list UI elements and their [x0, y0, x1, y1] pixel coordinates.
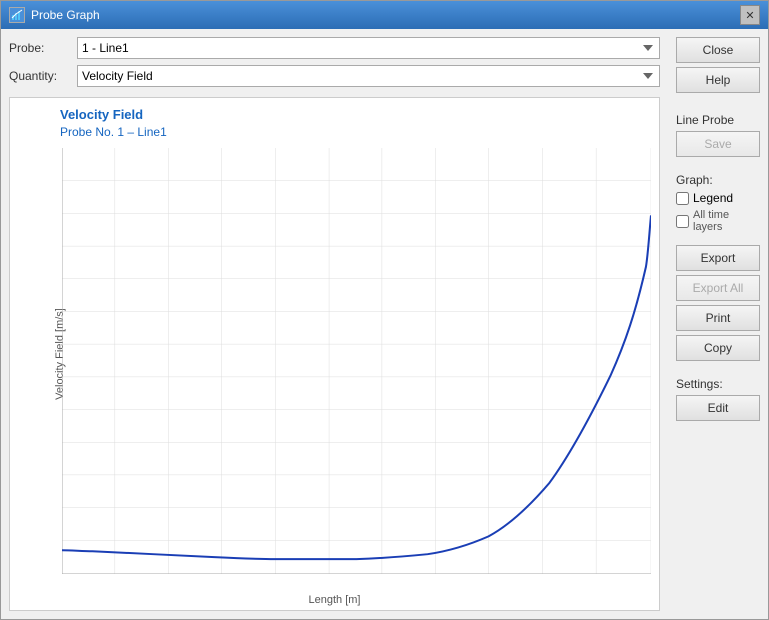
app-icon	[9, 7, 25, 23]
line-probe-section-label: Line Probe	[676, 113, 760, 127]
copy-button[interactable]: Copy	[676, 335, 760, 361]
chart-container: Velocity Field Probe No. 1 – Line1 Veloc…	[9, 97, 660, 611]
settings-section-label: Settings:	[676, 377, 760, 391]
graph-section-label: Graph:	[676, 173, 760, 187]
legend-checkbox[interactable]	[676, 192, 689, 205]
quantity-row: Quantity: Velocity Field	[9, 65, 660, 87]
right-panel: Close Help Line Probe Save Graph: Legend…	[668, 29, 768, 619]
help-button[interactable]: Help	[676, 67, 760, 93]
export-all-button[interactable]: Export All	[676, 275, 760, 301]
all-time-layers-label: All time layers	[693, 209, 760, 233]
left-panel: Probe: 1 - Line1 Quantity: Velocity Fiel…	[1, 29, 668, 619]
all-time-layers-checkbox[interactable]	[676, 215, 689, 228]
edit-button[interactable]: Edit	[676, 395, 760, 421]
chart-svg: 3.90 3.60 3.30 3.00 2.70 2.40 2.10 1.80 …	[62, 148, 651, 574]
probe-row: Probe: 1 - Line1	[9, 37, 660, 59]
probe-label: Probe:	[9, 41, 69, 55]
window-title: Probe Graph	[31, 8, 100, 22]
export-button[interactable]: Export	[676, 245, 760, 271]
probe-select[interactable]: 1 - Line1	[77, 37, 660, 59]
chart-subtitle: Probe No. 1 – Line1	[60, 124, 167, 141]
content-area: Probe: 1 - Line1 Quantity: Velocity Fiel…	[1, 29, 768, 619]
save-button[interactable]: Save	[676, 131, 760, 157]
chart-title: Velocity Field Probe No. 1 – Line1	[60, 106, 167, 141]
legend-label: Legend	[693, 191, 733, 205]
chart-area: 3.90 3.60 3.30 3.00 2.70 2.40 2.10 1.80 …	[62, 148, 651, 574]
title-bar-left: Probe Graph	[9, 7, 100, 23]
x-axis-label: Length [m]	[309, 594, 361, 606]
all-time-layers-row: All time layers	[676, 209, 760, 233]
print-button[interactable]: Print	[676, 305, 760, 331]
main-window: Probe Graph ✕ Probe: 1 - Line1 Quantity:…	[0, 0, 769, 620]
quantity-select[interactable]: Velocity Field	[77, 65, 660, 87]
quantity-label: Quantity:	[9, 69, 69, 83]
title-bar: Probe Graph ✕	[1, 1, 768, 29]
close-button[interactable]: Close	[676, 37, 760, 63]
legend-row: Legend	[676, 191, 760, 205]
window-close-button[interactable]: ✕	[740, 5, 760, 25]
